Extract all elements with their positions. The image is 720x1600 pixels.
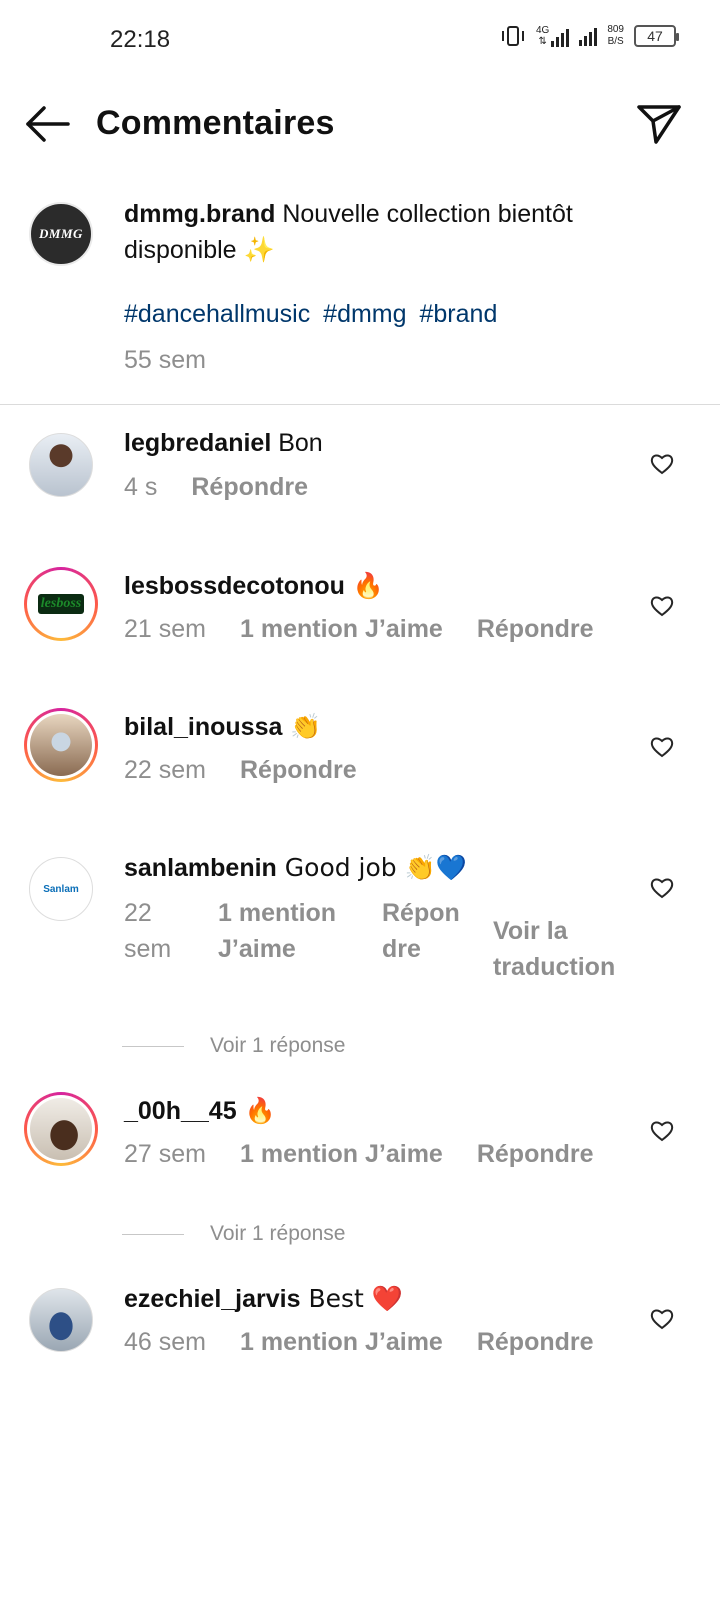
vibrate-icon xyxy=(501,26,524,46)
reply-button[interactable]: Répondre xyxy=(240,756,357,785)
comment-meta: 27 sem 1 mention J’aime Répondre xyxy=(124,1140,594,1169)
heart-icon[interactable] xyxy=(650,595,674,617)
reply-button[interactable]: Répondre xyxy=(477,615,594,644)
comment-time: 22 sem xyxy=(124,899,172,963)
comment-text: ezechiel_jarvis Best ❤️ xyxy=(124,1284,403,1313)
comment-text: sanlambenin Good job 👏💙 xyxy=(124,853,467,882)
avatar[interactable] xyxy=(29,433,93,497)
comment-username[interactable]: lesbossdecotonou xyxy=(124,572,345,600)
comment-time: 27 sem xyxy=(124,1140,206,1168)
battery-icon: 47 xyxy=(634,25,679,47)
view-replies-label[interactable]: Voir 1 réponse xyxy=(210,1222,345,1246)
hashtags: #dancehallmusic #dmmg #brand xyxy=(124,300,503,329)
divider xyxy=(122,1045,184,1047)
view-replies[interactable]: Voir 1 réponse xyxy=(122,1034,345,1058)
speed-value: 809 xyxy=(607,24,624,35)
comment-text: _00h__45 🔥 xyxy=(124,1096,276,1125)
hashtag-link[interactable]: #dancehallmusic xyxy=(124,300,310,328)
likes-count[interactable]: 1 mention J’aime xyxy=(240,1140,443,1169)
avatar[interactable]: DMMG xyxy=(29,202,93,266)
comment-meta: 22 sem Répondre xyxy=(124,756,357,785)
status-bar: 22:18 4G ⇅ 809 B/S 47 xyxy=(0,0,720,80)
signal-icon: 4G ⇅ xyxy=(535,25,570,47)
signal-icon-secondary xyxy=(579,26,598,46)
comment-meta: 46 sem 1 mention J’aime Répondre xyxy=(124,1328,594,1357)
comment-time: 4 s xyxy=(124,473,158,501)
avatar-logo-text: lesboss xyxy=(37,594,85,614)
caption-text: dmmg.brand Nouvelle collection bientôt d… xyxy=(124,196,684,268)
comment-username[interactable]: ezechiel_jarvis xyxy=(124,1285,301,1313)
hashtag-link[interactable]: #brand xyxy=(420,300,498,328)
brand-logo: DMMG xyxy=(39,226,83,241)
comment-username[interactable]: sanlambenin xyxy=(124,854,277,882)
comment-text: legbredaniel Bon xyxy=(124,429,323,457)
story-ring[interactable]: lesboss xyxy=(24,567,98,641)
comment-time: 22 sem xyxy=(124,756,206,784)
reply-button[interactable]: Répondre xyxy=(191,473,308,502)
caption-time: 55 sem xyxy=(124,346,206,374)
heart-icon[interactable] xyxy=(650,453,674,475)
status-time: 22:18 xyxy=(110,26,171,53)
paper-plane-icon[interactable] xyxy=(636,102,682,146)
network-speed: 809 B/S xyxy=(607,24,624,48)
view-replies-label[interactable]: Voir 1 réponse xyxy=(210,1034,345,1058)
avatar-logo-text: Sanlam xyxy=(43,883,79,895)
comment-time: 46 sem xyxy=(124,1328,206,1356)
comment-username[interactable]: bilal_inoussa xyxy=(124,713,282,741)
avatar[interactable]: Sanlam xyxy=(29,857,93,921)
page-title: Commentaires xyxy=(96,104,335,142)
heart-icon[interactable] xyxy=(650,877,674,899)
reply-button[interactable]: Répondre xyxy=(382,895,466,967)
battery-level: 47 xyxy=(647,28,663,44)
post-caption: DMMG dmmg.brand Nouvelle collection bien… xyxy=(0,190,720,405)
story-ring[interactable] xyxy=(24,1092,98,1166)
hashtag-link[interactable]: #dmmg xyxy=(323,300,406,328)
comment-time: 21 sem xyxy=(124,615,206,643)
heart-icon[interactable] xyxy=(650,1308,674,1330)
comment-username[interactable]: _00h__45 xyxy=(124,1097,237,1125)
heart-icon[interactable] xyxy=(650,736,674,758)
comment-meta: 4 s Répondre xyxy=(124,473,308,502)
view-replies[interactable]: Voir 1 réponse xyxy=(122,1222,345,1246)
comment-text: lesbossdecotonou 🔥 xyxy=(124,571,384,600)
reply-button[interactable]: Répondre xyxy=(477,1140,594,1169)
story-ring[interactable] xyxy=(24,708,98,782)
translate-button[interactable]: Voir la traduction xyxy=(493,913,633,985)
divider xyxy=(122,1233,184,1235)
comment-meta: 21 sem 1 mention J’aime Répondre xyxy=(124,615,594,644)
avatar[interactable] xyxy=(29,1288,93,1352)
likes-count[interactable]: 1 mention J’aime xyxy=(240,615,443,644)
header: Commentaires xyxy=(0,90,720,160)
caption-username[interactable]: dmmg.brand xyxy=(124,200,275,228)
likes-count[interactable]: 1 mention J’aime xyxy=(240,1328,443,1357)
reply-button[interactable]: Répondre xyxy=(477,1328,594,1357)
speed-unit: B/S xyxy=(607,36,624,47)
back-arrow-icon[interactable] xyxy=(24,104,70,144)
likes-count[interactable]: 1 mention J’aime xyxy=(218,895,358,967)
comment-username[interactable]: legbredaniel xyxy=(124,429,271,457)
status-icons: 4G ⇅ 809 B/S 47 xyxy=(500,24,679,48)
heart-icon[interactable] xyxy=(650,1120,674,1142)
comment-text: bilal_inoussa 👏 xyxy=(124,712,322,741)
network-label: 4G xyxy=(535,25,550,36)
